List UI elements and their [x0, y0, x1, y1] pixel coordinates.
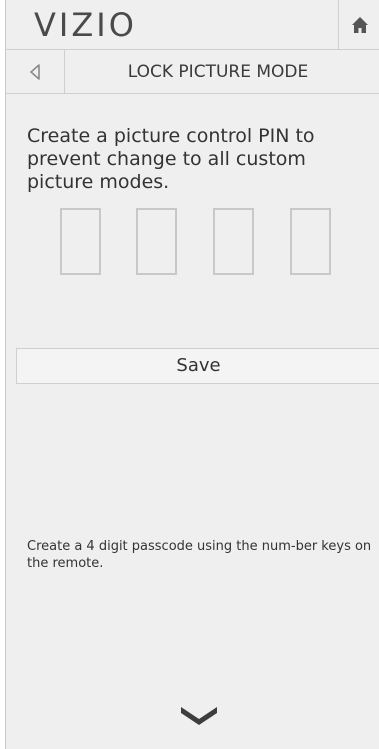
save-button[interactable]: Save: [16, 348, 379, 384]
help-text: Create a 4 digit passcode using the num-…: [27, 539, 372, 571]
home-button[interactable]: [338, 0, 379, 49]
chevron-down-icon[interactable]: [179, 705, 219, 729]
back-arrow-icon: [30, 63, 40, 80]
page-title: LOCK PICTURE MODE: [127, 62, 309, 82]
settings-panel: VIZIO LOCK PICTURE MODE Create a picture…: [5, 0, 379, 749]
menu-titlebar: LOCK PICTURE MODE: [6, 50, 379, 94]
pin-digit-1[interactable]: [60, 208, 101, 275]
home-icon: [351, 16, 368, 33]
header: VIZIO: [6, 0, 379, 50]
back-button[interactable]: [6, 50, 65, 93]
pin-digit-2[interactable]: [136, 208, 177, 275]
vizio-logo: VIZIO: [34, 6, 137, 44]
pin-digit-3[interactable]: [213, 208, 254, 275]
pin-digit-4[interactable]: [290, 208, 331, 275]
pin-description: Create a picture control PIN to prevent …: [27, 125, 315, 193]
